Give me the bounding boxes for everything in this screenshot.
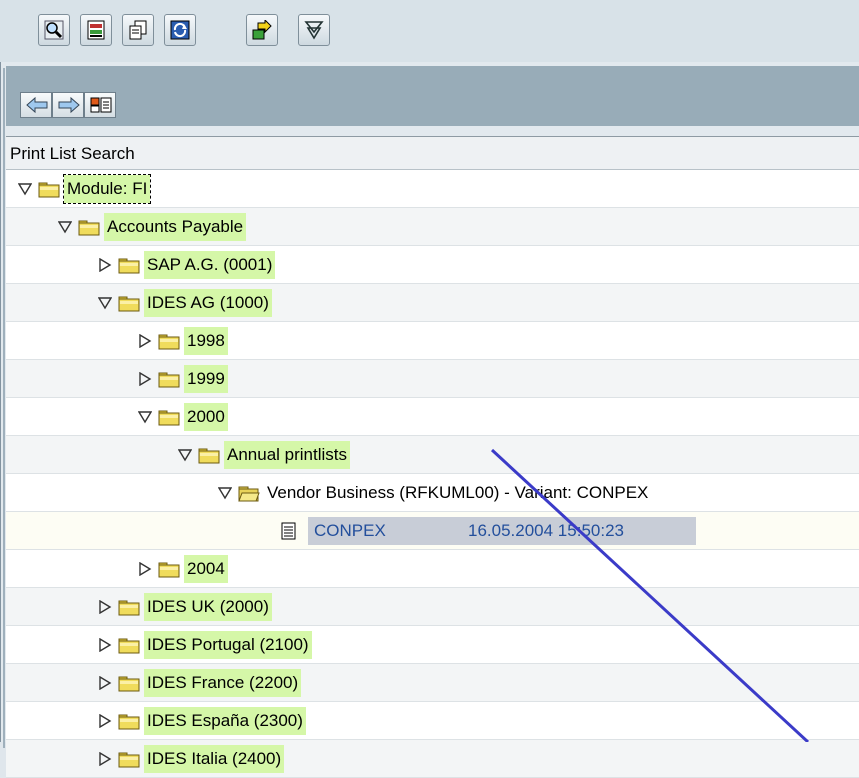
forward-arrow-icon — [58, 96, 80, 114]
collapse-right-icon[interactable] — [98, 638, 112, 652]
find-button[interactable] — [38, 14, 70, 46]
collapse-right-icon[interactable] — [138, 562, 152, 576]
find-icon — [44, 20, 64, 40]
expand-down-icon[interactable] — [178, 448, 192, 462]
folder-icon — [158, 410, 180, 426]
tree-node-row[interactable]: SAP A.G. (0001) — [6, 246, 859, 284]
collapse-right-icon[interactable] — [138, 372, 152, 386]
open-folder-icon — [238, 486, 260, 502]
tree-node-row[interactable]: IDES Portugal (2100) — [6, 626, 859, 664]
folder-icon — [118, 258, 140, 274]
back-button[interactable] — [20, 92, 52, 118]
expand-down-icon[interactable] — [138, 410, 152, 424]
filter-button[interactable] — [298, 14, 330, 46]
folder-icon — [158, 372, 180, 388]
forward-button[interactable] — [52, 92, 84, 118]
folder-icon — [198, 448, 220, 464]
export-button[interactable] — [246, 14, 278, 46]
tree-node-row[interactable]: 1998 — [6, 322, 859, 360]
tree-node-label[interactable]: 1998 — [184, 327, 228, 355]
collapse-right-icon[interactable] — [98, 714, 112, 728]
tree-leaf-row[interactable]: CONPEX 16.05.2004 15:50:23 — [6, 512, 859, 550]
document-icon — [281, 522, 296, 540]
tree-node-row[interactable]: IDES UK (2000) — [6, 588, 859, 626]
print-layout-icon — [87, 20, 105, 40]
tree-node-label[interactable]: SAP A.G. (0001) — [144, 251, 276, 279]
folder-icon — [78, 220, 100, 236]
tree-node-label[interactable]: Vendor Business (RFKUML00) - Variant: CO… — [264, 479, 651, 507]
navigation-bar — [6, 66, 859, 126]
tree-node-label[interactable]: 2004 — [184, 555, 228, 583]
tree-node-row[interactable]: IDES Italia (2400) — [6, 740, 859, 778]
tree-node-label[interactable]: IDES France (2200) — [144, 669, 302, 697]
tree-node-row[interactable]: Accounts Payable — [6, 208, 859, 246]
expand-down-icon[interactable] — [58, 220, 72, 234]
application-toolbar — [0, 0, 859, 63]
print-list-tree: Module: FI Accounts Payable SAP A.G. (0001… — [6, 170, 859, 778]
tree-node-row[interactable]: IDES France (2200) — [6, 664, 859, 702]
print-list-entry[interactable]: CONPEX 16.05.2004 15:50:23 — [308, 517, 696, 545]
tree-node-row[interactable]: IDES España (2300) — [6, 702, 859, 740]
refresh-icon — [170, 20, 190, 40]
entry-name: CONPEX — [314, 521, 386, 540]
filter-icon — [304, 21, 324, 40]
structure-button[interactable] — [84, 92, 116, 118]
tree-node-label[interactable]: IDES AG (1000) — [144, 289, 272, 317]
tree-node-row[interactable]: Module: FI — [6, 170, 859, 208]
folder-icon — [118, 638, 140, 654]
collapse-right-icon[interactable] — [98, 676, 112, 690]
folder-icon — [118, 714, 140, 730]
tree-node-row[interactable]: Annual printlists — [6, 436, 859, 474]
tree-node-row[interactable]: 1999 — [6, 360, 859, 398]
expand-down-icon[interactable] — [98, 296, 112, 310]
tree-node-row[interactable]: Vendor Business (RFKUML00) - Variant: CO… — [6, 474, 859, 512]
structure-icon — [90, 97, 112, 113]
collapse-right-icon[interactable] — [98, 258, 112, 272]
print-layout-button[interactable] — [80, 14, 112, 46]
collapse-right-icon[interactable] — [138, 334, 152, 348]
tree-node-row[interactable]: 2004 — [6, 550, 859, 588]
folder-icon — [118, 600, 140, 616]
panel-border — [3, 68, 5, 748]
folder-icon — [38, 182, 60, 198]
folder-icon — [158, 334, 180, 350]
tree-node-label[interactable]: Annual printlists — [224, 441, 351, 469]
tree-node-label[interactable]: IDES Italia (2400) — [144, 745, 285, 773]
tree-node-label[interactable]: 1999 — [184, 365, 228, 393]
tree-node-label[interactable]: IDES UK (2000) — [144, 593, 272, 621]
folder-icon — [118, 296, 140, 312]
tree-node-label[interactable]: IDES Portugal (2100) — [144, 631, 312, 659]
refresh-button[interactable] — [164, 14, 196, 46]
back-arrow-icon — [26, 96, 48, 114]
tree-header-title: Print List Search — [10, 144, 135, 163]
tree-node-label[interactable]: Module: FI — [62, 174, 152, 204]
folder-icon — [158, 562, 180, 578]
entry-timestamp: 16.05.2004 15:50:23 — [468, 521, 624, 540]
tree-node-row[interactable]: 2000 — [6, 398, 859, 436]
folder-icon — [118, 752, 140, 768]
expand-down-icon[interactable] — [18, 182, 32, 196]
tree-node-label[interactable]: IDES España (2300) — [144, 707, 306, 735]
collapse-right-icon[interactable] — [98, 752, 112, 766]
copy-pages-icon — [129, 20, 147, 40]
copy-pages-button[interactable] — [122, 14, 154, 46]
expand-down-icon[interactable] — [218, 486, 232, 500]
folder-icon — [118, 676, 140, 692]
tree-node-label[interactable]: Accounts Payable — [104, 213, 247, 241]
collapse-right-icon[interactable] — [98, 600, 112, 614]
export-icon — [252, 20, 272, 40]
tree-node-label[interactable]: 2000 — [184, 403, 228, 431]
tree-node-row[interactable]: IDES AG (1000) — [6, 284, 859, 322]
tree-header: Print List Search — [6, 136, 859, 170]
